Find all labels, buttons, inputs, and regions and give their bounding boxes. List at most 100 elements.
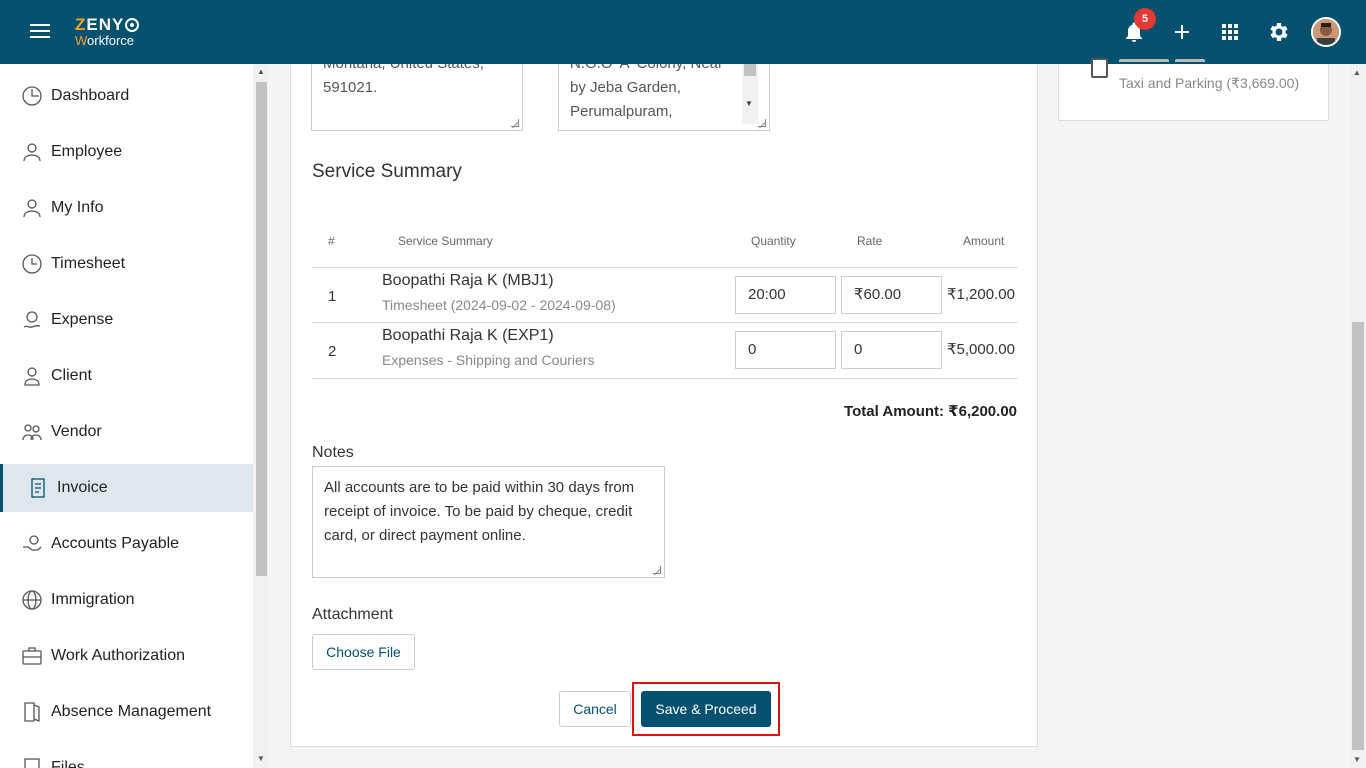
ship-to-address-field[interactable]: N.G.O 'A' Colony, Near by Jeba Garden, P… xyxy=(558,64,770,131)
sidebar-item-label: Absence Management xyxy=(51,703,212,720)
table-divider xyxy=(312,378,1018,379)
resize-handle-icon[interactable] xyxy=(511,119,519,127)
notes-textarea[interactable]: All accounts are to be paid within 30 da… xyxy=(312,466,665,578)
column-header-rate: Rate xyxy=(857,234,883,248)
column-header-num: # xyxy=(328,234,335,248)
resize-handle-icon[interactable] xyxy=(653,566,661,574)
sidebar-item-absence-management[interactable]: Absence Management xyxy=(0,688,253,736)
address-scrollbar[interactable]: ▼ xyxy=(742,64,758,124)
section-title: Service Summary xyxy=(312,161,462,182)
bill-to-address-field[interactable]: Montana, United States, 591021. xyxy=(311,64,523,131)
sidebar-item-timesheet[interactable]: Timesheet xyxy=(0,240,253,288)
sidebar-scrollbar-thumb[interactable] xyxy=(256,82,267,576)
sidebar-item-label: Vendor xyxy=(51,423,102,440)
dashboard-icon xyxy=(22,86,42,106)
sidebar-item-label: Client xyxy=(51,367,92,384)
notes-label: Notes xyxy=(312,444,354,461)
sidebar-item-label: Invoice xyxy=(57,479,108,496)
quantity-input[interactable]: 20:00 xyxy=(735,276,836,314)
amount-value: ₹1,200.00 xyxy=(947,286,1015,303)
sidebar-item-vendor[interactable]: Vendor xyxy=(0,408,253,456)
client-icon xyxy=(24,367,40,386)
scroll-down-arrow-icon[interactable]: ▼ xyxy=(256,755,266,763)
sidebar-item-client[interactable]: Client xyxy=(0,352,253,400)
employee-icon xyxy=(23,143,41,162)
attachment-label: Attachment xyxy=(312,606,393,623)
sidebar-item-label: Timesheet xyxy=(51,255,126,272)
sidebar-item-label: Accounts Payable xyxy=(51,535,180,552)
globe-icon xyxy=(22,590,42,610)
rate-input[interactable]: 0 xyxy=(841,331,942,369)
menu-icon[interactable] xyxy=(30,24,50,40)
clock-icon xyxy=(22,254,42,274)
column-header-summary: Service Summary xyxy=(398,234,493,248)
service-detail: Expenses - Shipping and Couriers xyxy=(382,352,595,368)
sidebar-item-label: My Info xyxy=(51,199,104,216)
resize-handle-icon[interactable] xyxy=(758,119,766,127)
avatar[interactable] xyxy=(1311,17,1341,47)
sidebar-item-invoice[interactable]: Invoice xyxy=(0,464,253,512)
row-number: 1 xyxy=(328,288,337,305)
address-line: 591021. xyxy=(323,79,378,96)
invoice-form-card: Montana, United States, 591021. N.G.O 'A… xyxy=(290,64,1038,747)
cut-off-text xyxy=(1119,52,1279,62)
myinfo-icon xyxy=(23,199,41,218)
sidebar-item-label: Expense xyxy=(51,311,114,328)
invoice-icon xyxy=(31,478,45,498)
sidebar-item-immigration[interactable]: Immigration xyxy=(0,576,253,624)
scroll-down-arrow-icon[interactable]: ▼ xyxy=(745,92,753,116)
service-detail: Timesheet (2024-09-02 - 2024-09-08) xyxy=(382,297,616,313)
notification-badge: 5 xyxy=(1134,8,1156,30)
sidebar: Dashboard Employee My Info Timesheet Exp… xyxy=(0,64,253,768)
sidebar-item-label: Files xyxy=(51,759,85,768)
vendor-icon xyxy=(22,424,42,441)
gear-icon[interactable] xyxy=(1266,20,1290,44)
scroll-up-arrow-icon[interactable]: ▲ xyxy=(256,68,266,76)
row-number: 2 xyxy=(328,343,337,360)
sidebar-item-files[interactable]: Files xyxy=(0,744,253,768)
table-divider xyxy=(312,267,1018,268)
service-name: Boopathi Raja K (MBJ1) xyxy=(382,272,554,289)
sidebar-item-label: Work Authorization xyxy=(51,647,185,664)
address-line: by Jeba Garden, xyxy=(570,79,681,96)
service-name: Boopathi Raja K (EXP1) xyxy=(382,327,554,344)
accounts-payable-icon xyxy=(23,535,42,551)
total-amount: Total Amount: ₹6,200.00 xyxy=(844,403,1017,420)
sidebar-item-dashboard[interactable]: Dashboard xyxy=(0,72,253,120)
choose-file-button[interactable]: Choose File xyxy=(312,634,415,670)
scroll-up-arrow-icon[interactable]: ▲ xyxy=(1353,68,1361,77)
save-and-proceed-button[interactable]: Save & Proceed xyxy=(641,691,771,727)
sidebar-item-expense[interactable]: Expense xyxy=(0,296,253,344)
quantity-input[interactable]: 0 xyxy=(735,331,836,369)
apps-grid-icon[interactable] xyxy=(1218,20,1242,44)
briefcase-icon xyxy=(22,647,42,665)
notes-text: All accounts are to be paid within 30 da… xyxy=(324,479,635,544)
address-line: Perumalpuram, xyxy=(570,103,673,120)
sidebar-item-accounts-payable[interactable]: Accounts Payable xyxy=(0,520,253,568)
column-header-amount: Amount xyxy=(963,234,1005,248)
address-line: Montana, United States, xyxy=(323,64,511,76)
column-header-quantity: Quantity xyxy=(751,234,796,248)
sidebar-item-label: Employee xyxy=(51,143,123,160)
logo[interactable]: Z ENY Workforce xyxy=(75,16,140,47)
door-icon xyxy=(24,702,40,722)
sidebar-item-label: Dashboard xyxy=(51,87,130,104)
page-scrollbar-thumb[interactable] xyxy=(1352,322,1364,750)
files-icon xyxy=(24,758,40,768)
sidebar-item-my-info[interactable]: My Info xyxy=(0,184,253,232)
address-scrollbar-thumb[interactable] xyxy=(744,64,756,76)
address-line: N.G.O 'A' Colony, Near xyxy=(570,64,758,76)
plus-icon[interactable] xyxy=(1170,20,1194,44)
table-divider xyxy=(312,322,1018,323)
rate-input[interactable]: ₹60.00 xyxy=(841,276,942,314)
expense-icon xyxy=(23,311,41,328)
cancel-button[interactable]: Cancel xyxy=(559,691,631,727)
expense-checkbox[interactable] xyxy=(1091,58,1108,78)
sidebar-item-work-authorization[interactable]: Work Authorization xyxy=(0,632,253,680)
amount-value: ₹5,000.00 xyxy=(947,341,1015,358)
sidebar-item-employee[interactable]: Employee xyxy=(0,128,253,176)
expense-item-text: Taxi and Parking (₹3,669.00) xyxy=(1119,75,1300,91)
right-panel: Taxi and Parking (₹3,669.00) xyxy=(1058,58,1329,121)
scroll-down-arrow-icon[interactable]: ▼ xyxy=(1353,755,1361,764)
sidebar-item-label: Immigration xyxy=(51,591,135,608)
